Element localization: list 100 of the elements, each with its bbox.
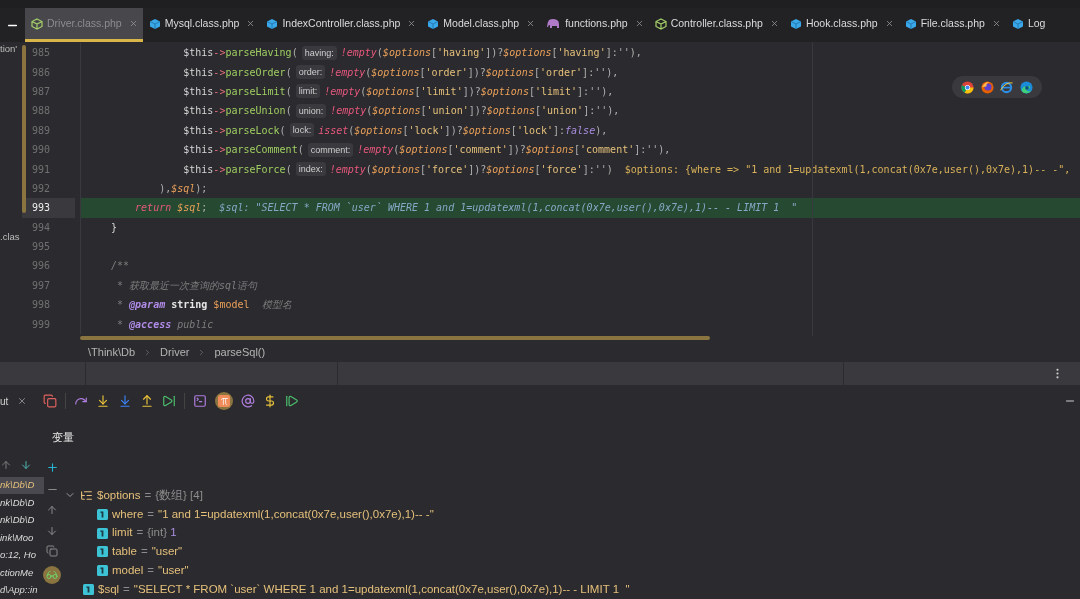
- cube-icon: [427, 17, 440, 30]
- frame-item[interactable]: nk\Db\D: [0, 476, 44, 494]
- primitive-icon: [97, 546, 108, 558]
- step-into-icon[interactable]: [118, 394, 133, 408]
- frame-item[interactable]: ink\Moo: [0, 529, 44, 547]
- project-tree-item[interactable]: .clas: [0, 230, 22, 244]
- code-token: 'force': [540, 162, 583, 177]
- step-out-icon[interactable]: [140, 394, 155, 408]
- code-token: 'having': [557, 46, 606, 61]
- editor-tab[interactable]: Model.class.php: [421, 8, 541, 42]
- editor-tab[interactable]: IndexController.class.php: [260, 8, 422, 42]
- code-token: (: [366, 104, 373, 119]
- code-token: 'order': [425, 65, 468, 80]
- glasses-button[interactable]: [43, 565, 61, 584]
- code-token: ->: [213, 65, 226, 80]
- code-token: $this: [182, 143, 214, 158]
- code-token: ])?: [468, 104, 487, 119]
- frame-item[interactable]: o:12, Ho: [0, 546, 44, 564]
- editor-tab[interactable]: Controller.class.php: [648, 8, 784, 42]
- variable-row[interactable]: $options = {数组} [4]: [64, 486, 1080, 505]
- elephant-icon: [546, 18, 562, 29]
- code-token: $options: [399, 143, 448, 158]
- copy-icon[interactable]: [46, 545, 58, 557]
- doc-comment: public: [176, 317, 214, 332]
- editor-tab[interactable]: functions.php: [540, 8, 649, 42]
- editor-tab[interactable]: Log: [1005, 8, 1051, 42]
- resume-icon[interactable]: [285, 394, 300, 408]
- frame-item[interactable]: ctionMe: [0, 564, 44, 582]
- frames-icon[interactable]: [43, 394, 58, 408]
- section-title: 变量: [52, 430, 74, 445]
- editor-tab[interactable]: File.class.php: [898, 8, 1006, 42]
- browser-icon[interactable]: [1019, 80, 1033, 94]
- debug-tab[interactable]: ut: [0, 393, 28, 409]
- frame-item[interactable]: d\App::in: [0, 581, 44, 599]
- browser-icon[interactable]: [1000, 80, 1014, 94]
- code-token: $options: [485, 65, 534, 80]
- assign-sign: =: [147, 506, 155, 522]
- step-into-icon[interactable]: [96, 394, 111, 408]
- code-token: $options: [480, 84, 529, 99]
- code-token: 'union': [426, 104, 469, 119]
- browser-icon[interactable]: [980, 80, 994, 94]
- code-token: (: [365, 65, 372, 80]
- code-token: ])?: [467, 65, 486, 80]
- code-token: ]:''),: [605, 46, 642, 61]
- code-token: ])?: [485, 46, 504, 61]
- code-token: ),: [158, 181, 172, 196]
- code-token: !empty: [330, 104, 367, 119]
- close-icon[interactable]: [526, 19, 536, 28]
- close-icon[interactable]: [634, 19, 644, 28]
- add-icon[interactable]: [45, 461, 59, 474]
- close-icon[interactable]: [769, 19, 779, 28]
- frame-item[interactable]: nk\Db\D: [0, 494, 44, 512]
- code-token: $options: [486, 162, 535, 177]
- code-token: !empty: [329, 65, 366, 80]
- variable-row[interactable]: limit = {int} 1: [64, 523, 1080, 543]
- primitive-icon: [97, 508, 108, 520]
- close-icon[interactable]: [17, 396, 28, 406]
- variable-row[interactable]: model = "user": [64, 561, 1080, 581]
- up-arrow-icon[interactable]: [0, 458, 12, 471]
- line-number: 989: [30, 123, 51, 138]
- code-token: parseUnion: [225, 104, 286, 119]
- line-number: 999: [30, 317, 51, 332]
- code-token: ])?: [444, 123, 463, 138]
- breadcrumb-item[interactable]: parseSql(): [214, 343, 266, 361]
- code-token: ]:''),: [577, 84, 614, 99]
- up-arrow-icon[interactable]: [46, 504, 58, 516]
- console-icon[interactable]: [193, 394, 208, 408]
- down-arrow-icon[interactable]: [46, 524, 58, 537]
- close-icon[interactable]: [884, 19, 894, 28]
- line-number: 990: [30, 143, 51, 158]
- variable-row[interactable]: table = "user": [64, 542, 1080, 562]
- code-token: ),: [595, 123, 608, 138]
- editor-tab[interactable]: Hook.class.php: [783, 8, 899, 42]
- code-token: (: [279, 123, 286, 138]
- pi-button[interactable]: [215, 392, 234, 410]
- line-number: 994: [30, 220, 51, 235]
- code-token: );: [195, 181, 208, 196]
- horizontal-scrollbar[interactable]: [80, 335, 710, 340]
- run-to-cursor-icon[interactable]: [162, 394, 177, 408]
- close-icon[interactable]: [128, 19, 138, 28]
- variable-row[interactable]: $sql = "SELECT * FROM `user` WHERE 1 and 1=updatexml(1,concat(0x7e,user(),0x7e),1)-- - LIMIT 1 ": [64, 580, 1080, 599]
- at-sign-icon[interactable]: [241, 394, 256, 408]
- browser-icon[interactable]: [961, 80, 975, 94]
- code-token: ->: [213, 123, 226, 138]
- frame-item[interactable]: nk\Db\D: [0, 511, 44, 529]
- breadcrumb-item[interactable]: Driver: [160, 343, 190, 361]
- code-token: ->: [213, 84, 226, 99]
- code-token: ]:''),: [582, 65, 619, 80]
- close-icon[interactable]: [991, 19, 1001, 28]
- down-arrow-icon[interactable]: [20, 458, 32, 471]
- doc-comment: string: [170, 298, 208, 313]
- variable-value: {int} 1: [147, 525, 177, 541]
- close-icon[interactable]: [407, 19, 417, 28]
- close-icon[interactable]: [246, 19, 256, 28]
- doc-comment: *: [116, 317, 125, 332]
- project-tree-item[interactable]: tion': [0, 42, 22, 56]
- variable-row[interactable]: where = "1 and 1=updatexml(1,concat(0x7e,user(),0x7e),1)-- -": [64, 504, 1080, 524]
- editor-tab[interactable]: Mysql.class.php: [142, 8, 261, 42]
- breadcrumb-item[interactable]: \Think\Db: [88, 343, 136, 361]
- vertical-scrollbar[interactable]: [22, 45, 26, 213]
